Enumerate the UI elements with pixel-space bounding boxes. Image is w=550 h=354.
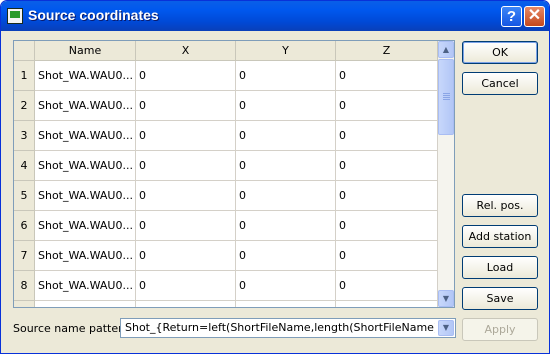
name-cell[interactable]: Shot_WA.WAU0... (35, 181, 136, 211)
help-button[interactable]: ? (501, 6, 522, 27)
row-header[interactable]: 1 (14, 61, 35, 91)
coordinates-table: Name X Y Z 1 Shot_WA.WAU0... 0 0 0 2 Sho… (13, 40, 455, 308)
name-cell[interactable]: Shot_WA.WAU0... (35, 271, 136, 301)
x-cell[interactable]: 0 (136, 91, 236, 121)
z-cell[interactable]: 0 (336, 61, 438, 91)
z-cell[interactable] (336, 301, 438, 307)
thumb-grip (443, 99, 450, 100)
source-name-pattern-value[interactable]: Shot_{Return=left(ShortFileName,length(S… (125, 319, 435, 337)
ok-button[interactable]: OK (462, 41, 538, 64)
dialog-window: Source coordinates ? ✕ Name X Y Z 1 Shot… (0, 0, 550, 354)
name-cell[interactable]: Shot_WA.WAU0... (35, 211, 136, 241)
source-name-pattern-label: Source name pattern (13, 322, 130, 335)
name-cell[interactable]: Shot_WA.WAU0... (35, 241, 136, 271)
window-title: Source coordinates (28, 7, 159, 23)
name-cell[interactable]: Shot_WA.WAU0... (35, 91, 136, 121)
name-cell[interactable] (35, 301, 136, 307)
row-header[interactable]: 6 (14, 211, 35, 241)
y-cell[interactable]: 0 (236, 121, 336, 151)
scroll-up-icon[interactable]: ▲ (438, 41, 454, 58)
x-cell[interactable] (136, 301, 236, 307)
x-cell[interactable]: 0 (136, 241, 236, 271)
table-row: 4 Shot_WA.WAU0... 0 0 0 (14, 151, 438, 181)
load-button[interactable]: Load (462, 256, 538, 279)
row-header[interactable]: 3 (14, 121, 35, 151)
source-name-pattern-combo[interactable]: Shot_{Return=left(ShortFileName,length(S… (120, 318, 456, 338)
column-header-name[interactable]: Name (35, 41, 136, 61)
z-cell[interactable]: 0 (336, 181, 438, 211)
z-cell[interactable]: 0 (336, 91, 438, 121)
title-bar[interactable]: Source coordinates ? ✕ (1, 1, 549, 31)
column-header-x[interactable]: X (136, 41, 236, 61)
name-cell[interactable]: Shot_WA.WAU0... (35, 151, 136, 181)
y-cell[interactable] (236, 301, 336, 307)
y-cell[interactable]: 0 (236, 241, 336, 271)
x-cell[interactable]: 0 (136, 181, 236, 211)
table-row: 1 Shot_WA.WAU0... 0 0 0 (14, 61, 438, 91)
add-station-button[interactable]: Add station (462, 225, 538, 248)
row-header[interactable]: 8 (14, 271, 35, 301)
table-row: 7 Shot_WA.WAU0... 0 0 0 (14, 241, 438, 271)
thumb-grip (443, 95, 450, 96)
row-header[interactable]: 5 (14, 181, 35, 211)
y-cell[interactable]: 0 (236, 151, 336, 181)
table-row: 3 Shot_WA.WAU0... 0 0 0 (14, 121, 438, 151)
window-icon (7, 8, 23, 24)
rel-pos-button[interactable]: Rel. pos. (462, 194, 538, 217)
x-cell[interactable]: 0 (136, 271, 236, 301)
table-row: 2 Shot_WA.WAU0... 0 0 0 (14, 91, 438, 121)
x-cell[interactable]: 0 (136, 121, 236, 151)
x-cell[interactable]: 0 (136, 61, 236, 91)
y-cell[interactable]: 0 (236, 61, 336, 91)
name-cell[interactable]: Shot_WA.WAU0... (35, 121, 136, 151)
column-header-y[interactable]: Y (236, 41, 336, 61)
close-button[interactable]: ✕ (524, 6, 545, 27)
table-row-partial (14, 301, 438, 307)
row-header[interactable]: 2 (14, 91, 35, 121)
scroll-thumb[interactable] (438, 59, 454, 135)
apply-button: Apply (462, 318, 538, 341)
row-header[interactable]: 7 (14, 241, 35, 271)
y-cell[interactable]: 0 (236, 91, 336, 121)
table-corner (14, 41, 35, 61)
thumb-grip (443, 97, 450, 98)
z-cell[interactable]: 0 (336, 271, 438, 301)
name-cell[interactable]: Shot_WA.WAU0... (35, 61, 136, 91)
column-header-z[interactable]: Z (336, 41, 438, 61)
x-cell[interactable]: 0 (136, 211, 236, 241)
y-cell[interactable]: 0 (236, 181, 336, 211)
table-row: 6 Shot_WA.WAU0... 0 0 0 (14, 211, 438, 241)
y-cell[interactable]: 0 (236, 211, 336, 241)
z-cell[interactable]: 0 (336, 241, 438, 271)
z-cell[interactable]: 0 (336, 151, 438, 181)
vertical-scrollbar[interactable]: ▲ ▼ (438, 41, 454, 307)
thumb-grip (443, 93, 450, 94)
y-cell[interactable]: 0 (236, 271, 336, 301)
row-header[interactable]: 4 (14, 151, 35, 181)
table-row: 5 Shot_WA.WAU0... 0 0 0 (14, 181, 438, 211)
z-cell[interactable]: 0 (336, 211, 438, 241)
chevron-down-icon[interactable]: ▼ (438, 320, 454, 336)
scroll-down-icon[interactable]: ▼ (438, 290, 454, 307)
z-cell[interactable]: 0 (336, 121, 438, 151)
table-row: 8 Shot_WA.WAU0... 0 0 0 (14, 271, 438, 301)
x-cell[interactable]: 0 (136, 151, 236, 181)
cancel-button[interactable]: Cancel (462, 72, 538, 95)
row-header[interactable] (14, 301, 35, 307)
save-button[interactable]: Save (462, 287, 538, 310)
